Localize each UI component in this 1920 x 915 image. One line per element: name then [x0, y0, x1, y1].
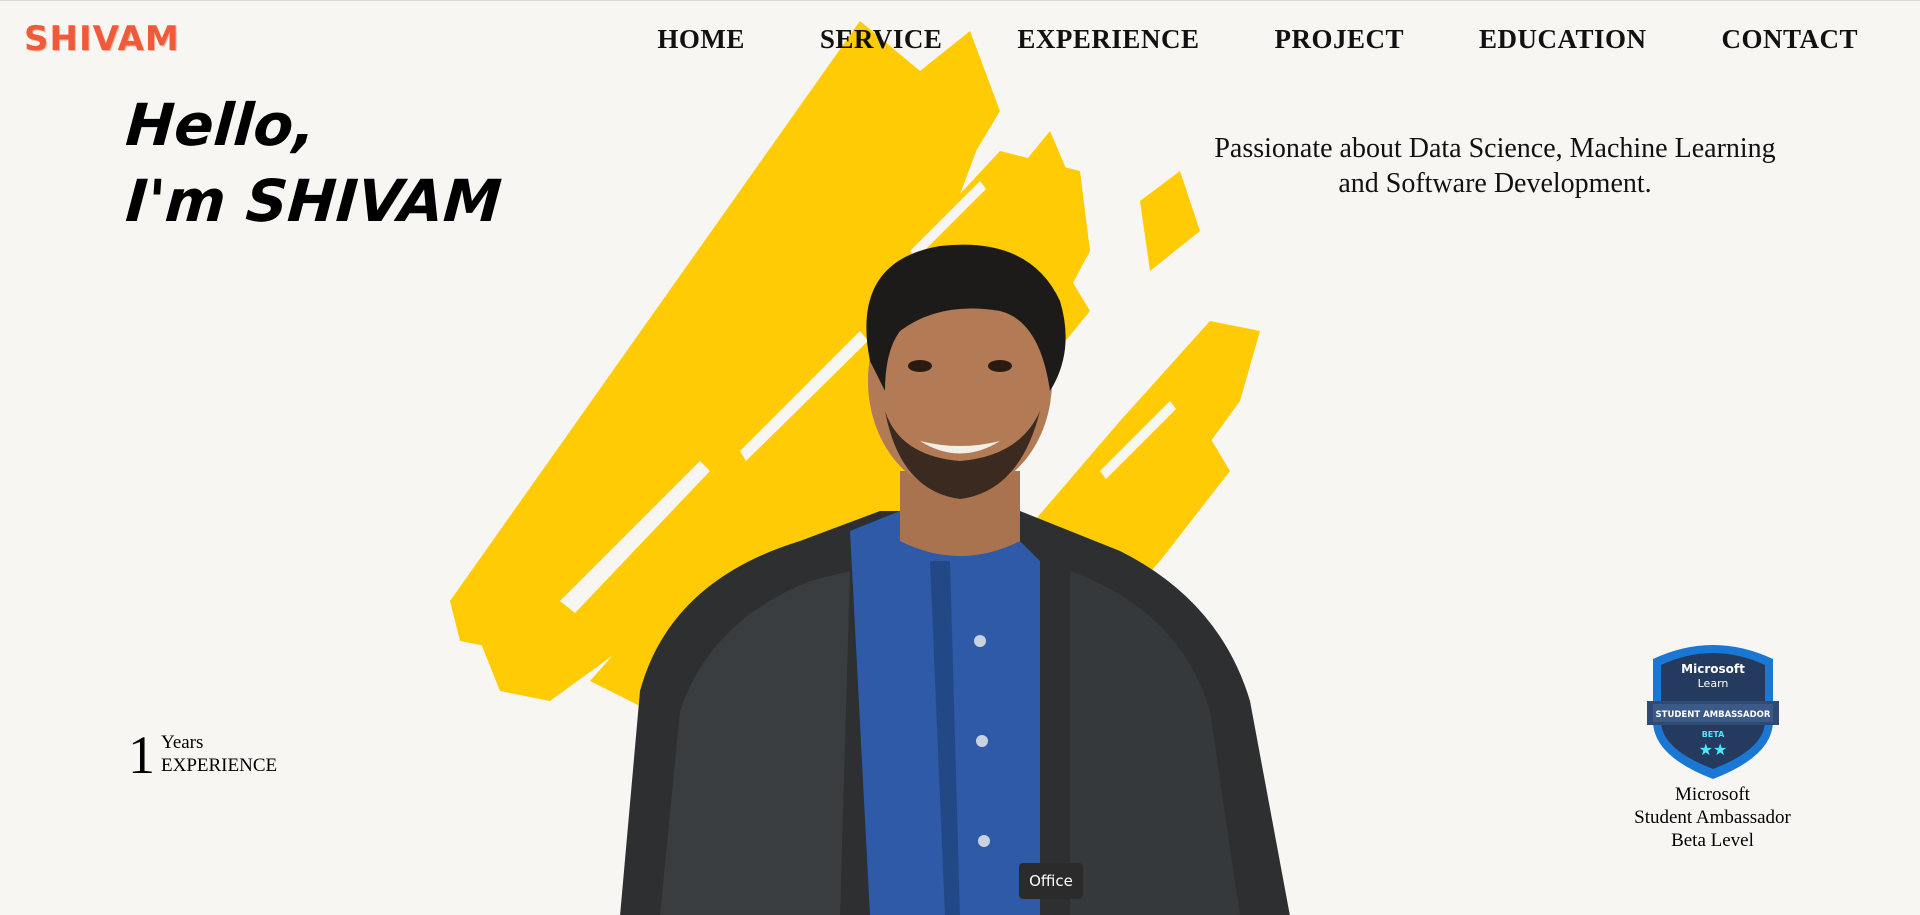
- hero-greeting: Hello, I'm SHIVAM: [123, 87, 504, 239]
- main-nav: HOME SERVICE EXPERIENCE PROJECT EDUCATIO…: [657, 23, 1858, 55]
- badge-caption-line-1: Microsoft: [1675, 784, 1750, 805]
- badge-brand-line-2: Learn: [1697, 677, 1728, 690]
- tagline-line-1: Passionate about Data Science, Machine L…: [1214, 133, 1776, 164]
- greeting-line-1: Hello,: [123, 91, 318, 159]
- badge-caption: Microsoft Student Ambassador Beta Level: [1620, 783, 1805, 852]
- badge-block: Microsoft Learn STUDENT AMBASSADOR BETA …: [1620, 641, 1805, 852]
- microsoft-learn-badge-icon: Microsoft Learn STUDENT AMBASSADOR BETA …: [1646, 645, 1779, 779]
- nav-service[interactable]: SERVICE: [820, 23, 943, 55]
- portrait-photo: [620, 244, 1290, 915]
- experience-label: EXPERIENCE: [161, 755, 278, 776]
- logo[interactable]: SHIVAM: [24, 19, 180, 59]
- nav-project[interactable]: PROJECT: [1274, 23, 1404, 55]
- experience-text: Years EXPERIENCE: [161, 731, 277, 781]
- experience-number: 1: [128, 725, 155, 785]
- greeting-line-2: I'm SHIVAM: [123, 167, 504, 235]
- nav-contact[interactable]: CONTACT: [1721, 23, 1858, 55]
- badge-ribbon: STUDENT AMBASSADOR: [1655, 710, 1770, 720]
- tagline-line-2: and Software Development.: [1338, 168, 1652, 199]
- hero-tagline: Passionate about Data Science, Machine L…: [1180, 131, 1810, 201]
- badge-brand-line-1: Microsoft: [1681, 662, 1745, 676]
- badge-caption-line-2: Student Ambassador: [1634, 807, 1791, 828]
- experience-unit: Years: [161, 732, 204, 753]
- page: SHIVAM HOME SERVICE EXPERIENCE PROJECT E…: [0, 0, 1920, 915]
- badge-level-tag: BETA: [1701, 730, 1724, 739]
- badge-stars: ★★: [1698, 740, 1727, 759]
- tooltip: Office: [1019, 863, 1083, 899]
- experience-counter: 1 Years EXPERIENCE: [128, 725, 277, 785]
- badge-caption-line-3: Beta Level: [1671, 830, 1754, 851]
- nav-home[interactable]: HOME: [657, 23, 745, 55]
- nav-experience[interactable]: EXPERIENCE: [1017, 23, 1199, 55]
- nav-education[interactable]: EDUCATION: [1479, 23, 1647, 55]
